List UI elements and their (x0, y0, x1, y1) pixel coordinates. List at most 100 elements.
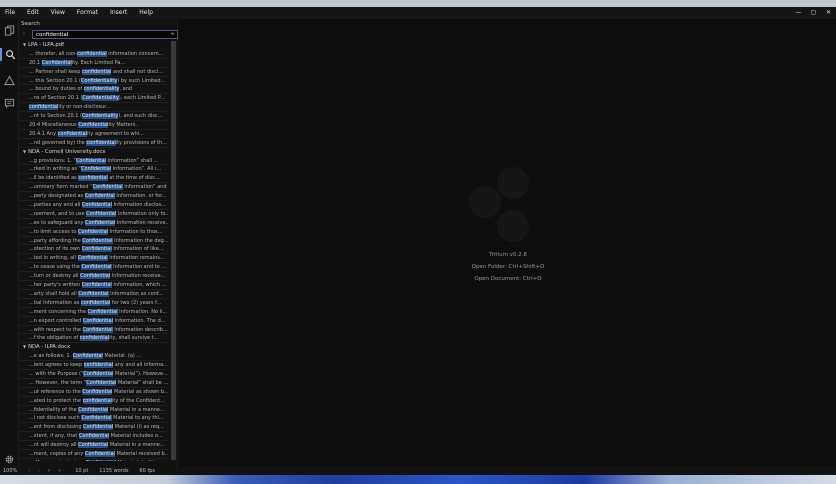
chevron-down-icon[interactable]: ▼ (23, 343, 26, 352)
gear-icon[interactable] (3, 453, 16, 466)
minimize-button[interactable]: — (791, 7, 806, 19)
result-line[interactable]: ...ns of Section 20.1 (Confidentiality),… (19, 94, 168, 104)
match-highlight: confidential (80, 299, 111, 306)
editor-area: Tritium v0.2.8 Open Folder: Ctrl+Shift+O… (178, 19, 836, 467)
result-line[interactable]: ...lent agrees to keep confidential any … (19, 361, 168, 370)
result-line[interactable]: ... therefor, all non-confidential infor… (19, 50, 168, 59)
result-line[interactable]: confidentiality or non-disclosur... (19, 103, 168, 113)
menu-edit[interactable]: Edit (21, 7, 45, 19)
result-line[interactable]: ...parties any and all Confidential Info… (19, 201, 168, 210)
result-line[interactable]: ...ated to protect the confidentiality o… (19, 397, 168, 406)
match-highlight: Confidential (78, 442, 109, 449)
result-line[interactable]: ...tial Information as confidential for … (19, 299, 168, 308)
result-file[interactable]: ▼ LPA - ILPA.pdf (19, 41, 171, 50)
result-line[interactable]: ...f the obligation of confidentiality, … (19, 334, 168, 344)
result-line[interactable]: ...es to safeguard any Confidential Info… (19, 219, 168, 228)
open-document-hint: Open Document: Ctrl+O (474, 276, 542, 282)
result-text: ...e as follows: 1. (29, 353, 73, 360)
search-panel: Search › confidential ≈ ▼ LPA - ILPA.pdf.… (19, 19, 178, 467)
results-scrollbar[interactable] (171, 41, 176, 461)
result-line[interactable]: ... bound by duties of confidentiality, … (19, 85, 168, 95)
result-line[interactable]: ...to limit access to Confidential Infor… (19, 228, 168, 237)
result-text: Information to thos... (108, 228, 163, 235)
result-line[interactable]: ...ut reference to the Confidential Mate… (19, 388, 168, 397)
match-highlight: confidential (78, 175, 108, 182)
menu-file[interactable]: File (0, 7, 21, 19)
result-line[interactable]: ... with the Purpose (“Confidential Mate… (19, 370, 168, 379)
result-line[interactable]: ...turn or destroy all Confidential Info… (19, 272, 168, 282)
result-line[interactable]: ...ted in writing, all Confidential Info… (19, 254, 168, 264)
result-text: ...with respect to the (29, 326, 83, 333)
result-text: ...ment concerning the (29, 308, 88, 315)
result-line[interactable]: ...nd governed by) the confidentiality p… (19, 139, 168, 148)
logo-circle (497, 167, 529, 199)
result-line[interactable]: ...reement, and to use Confidential Info… (19, 210, 168, 219)
result-line[interactable]: 20.4 Miscellaneous Confidentiality Matte… (19, 121, 168, 130)
result-line[interactable]: 20.1 Confidentiality. Each Limited Pa... (19, 59, 168, 68)
result-line[interactable]: ... Manager to destroy Confidential Mate… (19, 459, 168, 461)
result-text: any and all informa... (113, 362, 168, 369)
result-line[interactable]: ...ment concerning the Confidential Info… (19, 308, 168, 317)
result-text: ...fidentiality of the (29, 406, 79, 413)
result-text: ), and such disc... (118, 113, 163, 120)
font-size[interactable]: 10 pt (75, 468, 88, 474)
warning-icon[interactable] (3, 74, 16, 87)
match-highlight: Confidential (81, 282, 112, 289)
menu-help[interactable]: Help (133, 7, 159, 19)
result-text: ...perly designated as (29, 193, 85, 200)
result-line[interactable]: ...ummary form marked “Confidential Info… (19, 183, 168, 193)
menu-view[interactable]: View (45, 7, 71, 19)
result-line[interactable]: ...party affording the Confidential Info… (19, 237, 168, 246)
result-file[interactable]: ▼ NDA - Cornell University.docx (19, 148, 171, 157)
match-highlight: confidential (79, 335, 110, 342)
scrollbar-thumb[interactable] (171, 41, 176, 460)
result-line[interactable]: ...arty shall hold all Confidential Info… (19, 290, 168, 299)
result-line[interactable]: ...n export controlled Confidential Info… (19, 317, 168, 326)
result-line[interactable]: ...rked in writing as “Confidential Info… (19, 165, 168, 175)
result-text: ...l not disclose such (29, 415, 82, 422)
comments-icon[interactable] (3, 97, 16, 110)
result-line[interactable]: ...her party's written Confidential Info… (19, 281, 168, 290)
chevron-down-icon[interactable]: ▼ (23, 41, 26, 50)
search-icon[interactable] (0, 48, 19, 61)
result-line[interactable]: ...ll be identified as confidential at t… (19, 174, 168, 184)
result-line[interactable]: ...ent from disclosing Confidential Mate… (19, 423, 168, 433)
window-controls: — ▢ ✕ (791, 7, 836, 19)
match-highlight: Confidential (81, 202, 112, 209)
menu-format[interactable]: Format (71, 7, 104, 19)
result-line[interactable]: ...g provisions: 1. “Confidential Inform… (19, 157, 168, 166)
maximize-button[interactable]: ▢ (806, 7, 821, 19)
result-line[interactable]: ...nt to Section 20.1 (Confidentiality),… (19, 112, 168, 122)
result-line[interactable]: ... this Section 20.1 (Confidentiality) … (19, 77, 168, 86)
result-text: ... therefor, all non- (29, 50, 78, 57)
result-line[interactable]: ...ment, copies of any Confidential Mate… (19, 450, 168, 459)
zoom-level[interactable]: 100% (3, 468, 17, 474)
nav-buttons[interactable]: ‹ › « » (28, 468, 64, 474)
result-file[interactable]: ▼ NDA - ILPA.docx (19, 343, 171, 352)
replace-toggle-icon[interactable]: › (23, 31, 25, 37)
result-text: ...reement, and to use (29, 210, 87, 217)
result-line[interactable]: ...perly designated as Confidential Info… (19, 192, 168, 202)
explorer-icon[interactable] (3, 24, 16, 37)
result-text: ity. Each Limited Pa... (71, 59, 126, 66)
result-line[interactable]: ... However, the term “Confidential Mate… (19, 379, 168, 388)
result-line[interactable]: ...with respect to the Confidential Info… (19, 326, 168, 335)
result-text: Information, which ... (111, 282, 167, 289)
result-line[interactable]: 20.4.1 Any confidentiality agreement to … (19, 130, 168, 139)
result-text: Information disclos... (111, 202, 166, 209)
close-button[interactable]: ✕ (821, 7, 836, 19)
search-input[interactable]: confidential ≈ (32, 30, 178, 39)
result-line[interactable]: ...nt will destroy all Confidential Mate… (19, 441, 168, 450)
result-line[interactable]: ...xtent, if any, that Confidential Mate… (19, 432, 168, 442)
result-line[interactable]: ...l not disclose such Confidential Mate… (19, 414, 168, 424)
result-line[interactable]: ... Partner shall keep confidential and … (19, 68, 168, 77)
result-line[interactable]: ...otection of its own Confidential Info… (19, 245, 168, 255)
chevron-down-icon[interactable]: ▼ (23, 148, 26, 157)
result-line[interactable]: ...e as follows: 1. Confidential Materia… (19, 352, 168, 362)
result-line[interactable]: ...to cease using the Confidential Infor… (19, 263, 168, 273)
result-line[interactable]: ...fidentiality of the Confidential Mate… (19, 406, 168, 415)
menu-insert[interactable]: Insert (104, 7, 133, 19)
search-options-icon[interactable]: ≈ (171, 31, 175, 37)
result-text: ...rked in writing as “ (29, 166, 82, 173)
result-text: 20.4.1 Any (29, 130, 58, 137)
